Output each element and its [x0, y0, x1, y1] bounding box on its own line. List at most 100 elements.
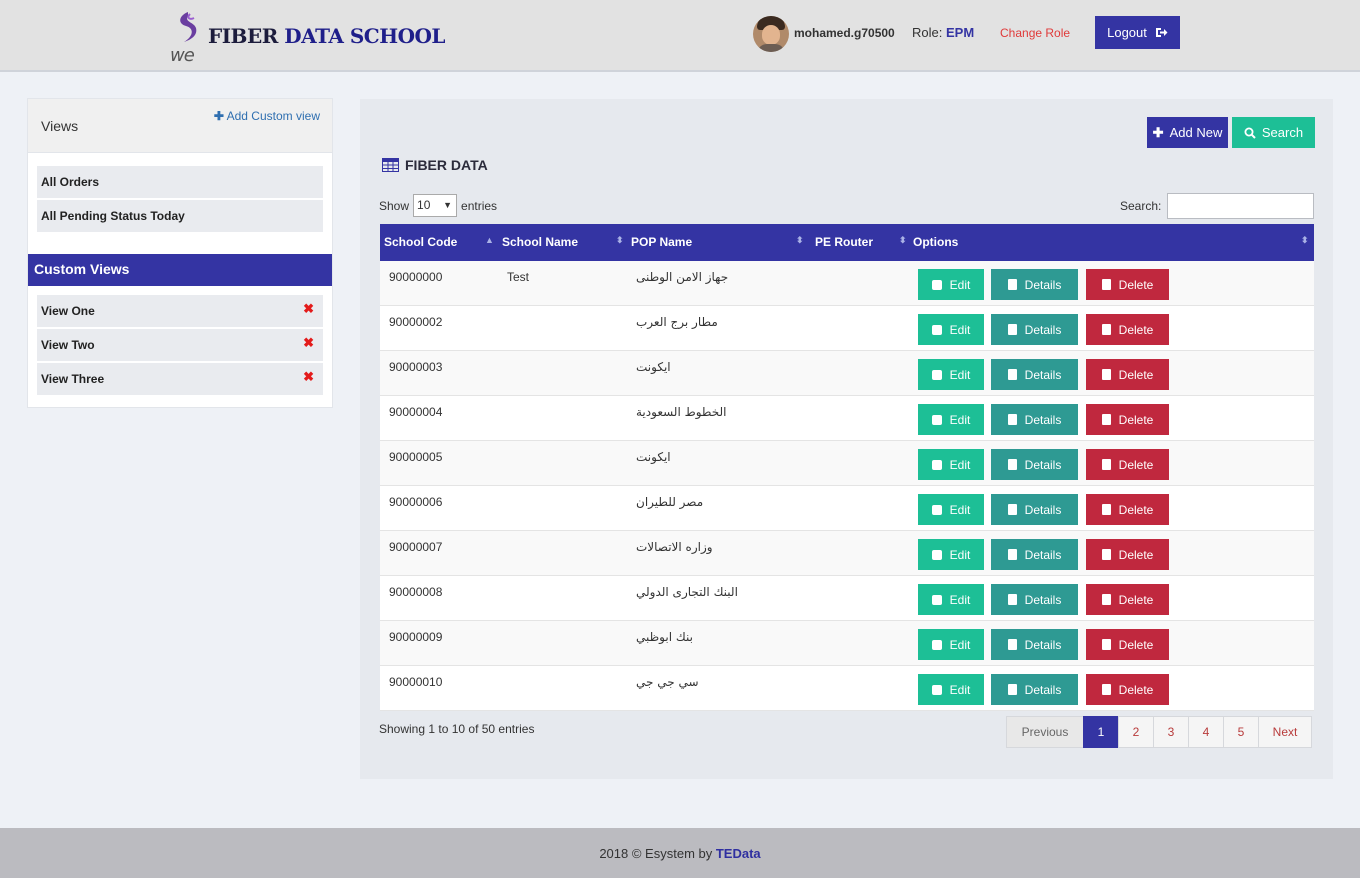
delete-button[interactable]: Delete: [1086, 404, 1169, 435]
column-header-pop-name[interactable]: POP Name ⬍: [631, 235, 804, 249]
previous-button[interactable]: Previous: [1006, 716, 1084, 748]
trash-icon: [1101, 684, 1111, 695]
data-table: School Code ▲ School Name ⬍ POP Name ⬍ PE R…: [380, 224, 1314, 711]
custom-view-item[interactable]: View One ✖: [37, 295, 323, 327]
sidebar-item-all-orders[interactable]: All Orders: [37, 166, 323, 198]
table-row: 90000000 Test جهاز الامن الوطنى Edit Details…: [380, 261, 1314, 306]
page-button[interactable]: 4: [1188, 716, 1224, 748]
column-header-school-name[interactable]: School Name ⬍: [502, 235, 624, 249]
edit-button[interactable]: Edit: [918, 494, 984, 525]
delete-button[interactable]: Delete: [1086, 494, 1169, 525]
custom-view-item[interactable]: View Three ✖: [37, 363, 323, 395]
document-icon: [1007, 549, 1017, 560]
custom-views-header: Custom Views: [28, 254, 332, 286]
trash-icon: [1101, 279, 1111, 290]
page-button[interactable]: 5: [1223, 716, 1259, 748]
table-icon: [382, 158, 399, 172]
edit-icon: [931, 459, 942, 470]
custom-view-item[interactable]: View Two ✖: [37, 329, 323, 361]
trash-icon: [1101, 549, 1111, 560]
cell-pop-name: مطار برج العرب: [636, 315, 718, 329]
sort-icon: ⬍: [796, 235, 804, 245]
table-body: 90000000 Test جهاز الامن الوطنى Edit Details…: [380, 261, 1314, 711]
edit-button[interactable]: Edit: [918, 269, 984, 300]
role-value: EPM: [945, 25, 975, 40]
role-display: Role: EPM: [912, 25, 975, 40]
next-button[interactable]: Next: [1258, 716, 1312, 748]
search-input[interactable]: [1167, 193, 1314, 219]
avatar[interactable]: [753, 16, 789, 52]
details-button[interactable]: Details: [991, 494, 1078, 525]
details-button[interactable]: Details: [991, 539, 1078, 570]
trash-icon: [1101, 594, 1111, 605]
delete-button[interactable]: Delete: [1086, 674, 1169, 705]
cell-school-code: 90000003: [389, 360, 443, 374]
cell-pop-name: وزاره الاتصالات: [636, 540, 713, 554]
plus-icon: ✚: [1152, 124, 1164, 140]
remove-icon[interactable]: ✖: [303, 369, 314, 385]
cell-school-code: 90000000: [389, 270, 443, 284]
add-new-button[interactable]: ✚ Add New: [1147, 117, 1228, 148]
edit-button[interactable]: Edit: [918, 359, 984, 390]
cell-school-code: 90000007: [389, 540, 443, 554]
change-role-link[interactable]: Change Role: [1000, 26, 1070, 40]
details-button[interactable]: Details: [991, 404, 1078, 435]
delete-button[interactable]: Delete: [1086, 359, 1169, 390]
edit-icon: [931, 504, 942, 515]
edit-button[interactable]: Edit: [918, 674, 984, 705]
views-title: Views: [41, 118, 79, 134]
delete-button[interactable]: Delete: [1086, 269, 1169, 300]
search-label: Search:: [1120, 199, 1162, 213]
cell-school-code: 90000006: [389, 495, 443, 509]
table-row: 90000009 بنك ابوظبي Edit Details Delete: [380, 621, 1314, 666]
delete-button[interactable]: Delete: [1086, 584, 1169, 615]
page-button[interactable]: 2: [1118, 716, 1154, 748]
details-button[interactable]: Details: [991, 314, 1078, 345]
edit-button[interactable]: Edit: [918, 584, 984, 615]
details-button[interactable]: Details: [991, 269, 1078, 300]
search-button[interactable]: Search: [1232, 117, 1315, 148]
cell-school-code: 90000005: [389, 450, 443, 464]
logo-swirl-icon: [180, 12, 197, 42]
table-info: Showing 1 to 10 of 50 entries: [379, 722, 535, 736]
details-button[interactable]: Details: [991, 584, 1078, 615]
edit-button[interactable]: Edit: [918, 404, 984, 435]
sidebar-item-all-pending[interactable]: All Pending Status Today: [37, 200, 323, 232]
cell-pop-name: الخطوط السعودية: [636, 405, 727, 419]
page-button[interactable]: 3: [1153, 716, 1189, 748]
column-header-pe-router[interactable]: PE Router ⬍: [815, 235, 907, 249]
details-button[interactable]: Details: [991, 674, 1078, 705]
edit-button[interactable]: Edit: [918, 629, 984, 660]
cell-pop-name: ايكونت: [636, 360, 671, 374]
details-button[interactable]: Details: [991, 359, 1078, 390]
cell-pop-name: سي جي جي: [636, 675, 699, 689]
logout-button[interactable]: Logout: [1095, 16, 1180, 49]
sort-icon: ⬍: [899, 235, 907, 245]
document-icon: [1007, 324, 1017, 335]
footer-brand-link[interactable]: TEData: [716, 846, 761, 861]
table-row: 90000003 ايكونت Edit Details Delete: [380, 351, 1314, 396]
document-icon: [1007, 684, 1017, 695]
views-header: Views ✚ Add Custom view: [28, 99, 332, 153]
delete-button[interactable]: Delete: [1086, 449, 1169, 480]
column-header-school-code[interactable]: School Code ▲: [384, 235, 494, 249]
edit-button[interactable]: Edit: [918, 449, 984, 480]
add-custom-view-link[interactable]: ✚ Add Custom view: [214, 109, 320, 123]
delete-button[interactable]: Delete: [1086, 629, 1169, 660]
entries-select[interactable]: 10 ▼: [413, 194, 458, 217]
page-button[interactable]: 1: [1083, 716, 1119, 748]
remove-icon[interactable]: ✖: [303, 301, 314, 317]
column-header-options[interactable]: Options ⬍: [913, 235, 1309, 249]
edit-icon: [931, 369, 942, 380]
remove-icon[interactable]: ✖: [303, 335, 314, 351]
edit-icon: [931, 414, 942, 425]
logo[interactable]: FIBER DATA SCHOOL we: [170, 8, 445, 66]
details-button[interactable]: Details: [991, 449, 1078, 480]
username: mohamed.g70500: [794, 26, 895, 40]
cell-pop-name: ايكونت: [636, 450, 671, 464]
edit-button[interactable]: Edit: [918, 314, 984, 345]
edit-button[interactable]: Edit: [918, 539, 984, 570]
delete-button[interactable]: Delete: [1086, 539, 1169, 570]
details-button[interactable]: Details: [991, 629, 1078, 660]
delete-button[interactable]: Delete: [1086, 314, 1169, 345]
